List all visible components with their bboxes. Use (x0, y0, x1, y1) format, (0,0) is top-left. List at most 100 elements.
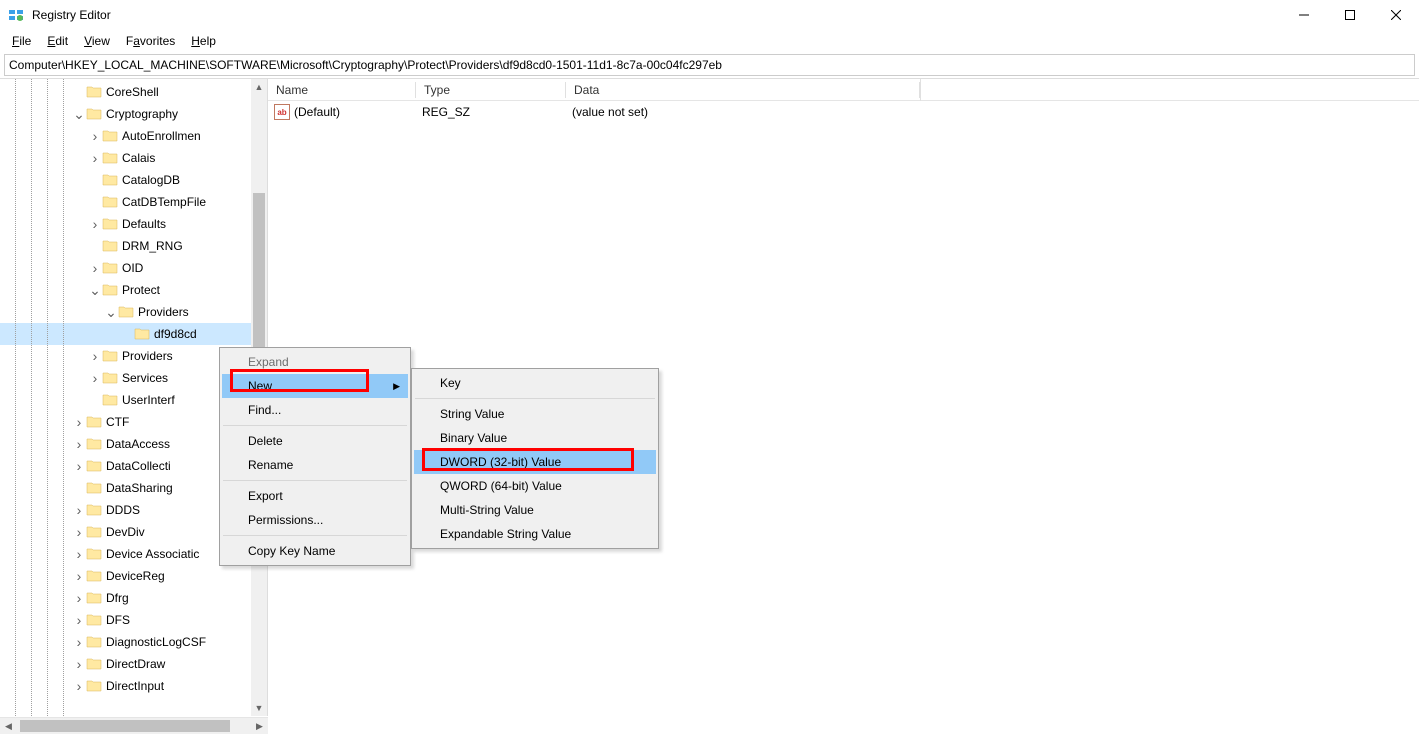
submenu-item-qword-64-bit-value[interactable]: QWORD (64-bit) Value (414, 474, 656, 498)
chevron-right-icon[interactable]: › (72, 524, 86, 540)
tree-node[interactable]: ›DeviceReg (0, 565, 251, 587)
chevron-right-icon[interactable]: › (72, 436, 86, 452)
tree-node[interactable]: › Services (0, 367, 251, 389)
chevron-right-icon[interactable]: › (72, 634, 86, 650)
tree-node[interactable]: CatalogDB (0, 169, 251, 191)
submenu-item-key[interactable]: Key (414, 371, 656, 395)
tree-node[interactable]: ›Dfrg (0, 587, 251, 609)
tree-node[interactable]: ›OID (0, 257, 251, 279)
menu-file[interactable]: File (4, 32, 39, 50)
value-name-cell: ab (Default) (268, 104, 416, 120)
chevron-down-icon[interactable]: ⌄ (104, 304, 118, 321)
tree-vscroll-thumb[interactable] (253, 193, 265, 373)
tree-node[interactable]: UserInterf (0, 389, 251, 411)
chevron-right-icon[interactable]: › (72, 678, 86, 694)
col-data[interactable]: Data (566, 79, 921, 101)
context-item-rename[interactable]: Rename (222, 453, 408, 477)
tree-hscroll-thumb[interactable] (20, 720, 230, 732)
tree-node[interactable]: ›CTF (0, 411, 251, 433)
scroll-up-icon[interactable]: ▲ (251, 79, 267, 95)
tree-node[interactable]: ⌄Providers (0, 301, 251, 323)
folder-icon (86, 656, 102, 672)
chevron-right-icon[interactable]: › (72, 612, 86, 628)
tree-node[interactable]: CoreShell (0, 81, 251, 103)
chevron-right-icon[interactable]: › (72, 502, 86, 518)
chevron-right-icon[interactable]: › (72, 546, 86, 562)
tree-node[interactable]: ›Defaults (0, 213, 251, 235)
folder-icon (102, 348, 118, 364)
chevron-right-icon[interactable]: › (72, 656, 86, 672)
context-submenu-new[interactable]: Key String ValueBinary ValueDWORD (32-bit… (411, 368, 659, 549)
context-item-new[interactable]: New (222, 374, 408, 398)
context-item-find[interactable]: Find... (222, 398, 408, 422)
tree-hscroll[interactable]: ◀ ▶ (0, 717, 268, 734)
tree-node-label: Providers (122, 349, 173, 363)
chevron-right-icon[interactable]: › (72, 568, 86, 584)
chevron-right-icon[interactable]: › (88, 348, 102, 364)
submenu-item-string-value[interactable]: String Value (414, 402, 656, 426)
submenu-item-multi-string-value[interactable]: Multi-String Value (414, 498, 656, 522)
minimize-button[interactable] (1281, 0, 1327, 30)
chevron-right-icon[interactable]: › (72, 590, 86, 606)
value-row[interactable]: ab (Default) REG_SZ (value not set) (268, 101, 1419, 123)
tree-node[interactable]: DataSharing (0, 477, 251, 499)
tree-node[interactable]: ›Device Associatic (0, 543, 251, 565)
chevron-right-icon[interactable]: › (88, 150, 102, 166)
chevron-down-icon[interactable]: ⌄ (72, 106, 86, 123)
tree-node-label: Services (122, 371, 168, 385)
chevron-right-icon[interactable]: › (72, 458, 86, 474)
menu-separator (223, 480, 407, 481)
context-item-export[interactable]: Export (222, 484, 408, 508)
tree-node[interactable]: ›DiagnosticLogCSF (0, 631, 251, 653)
tree-node[interactable]: ⌄Protect (0, 279, 251, 301)
tree-node[interactable]: › Providers (0, 345, 251, 367)
col-type[interactable]: Type (416, 79, 566, 101)
context-item-permissions[interactable]: Permissions... (222, 508, 408, 532)
col-name[interactable]: Name (268, 79, 416, 101)
tree-node[interactable]: df9d8cd (0, 323, 251, 345)
folder-icon (102, 238, 118, 254)
chevron-right-icon[interactable]: › (88, 128, 102, 144)
submenu-item-expandable-string-value[interactable]: Expandable String Value (414, 522, 656, 546)
tree-node[interactable]: ›DevDiv (0, 521, 251, 543)
tree-node[interactable]: ›AutoEnrollmen (0, 125, 251, 147)
tree-node[interactable]: ›Calais (0, 147, 251, 169)
menu-edit[interactable]: Edit (39, 32, 76, 50)
menu-view[interactable]: View (76, 32, 118, 50)
tree-node[interactable]: › DataAccess (0, 433, 251, 455)
tree-node-label: DataCollecti (106, 459, 171, 473)
tree-node-label: DataAccess (106, 437, 170, 451)
chevron-right-icon[interactable]: › (88, 216, 102, 232)
registry-tree[interactable]: CoreShell⌄Cryptography›AutoEnrollmen›Cal… (0, 79, 251, 697)
tree-node[interactable]: › DataCollecti (0, 455, 251, 477)
tree-node[interactable]: › DirectInput (0, 675, 251, 697)
folder-icon (86, 590, 102, 606)
submenu-item-dword-32-bit-value[interactable]: DWORD (32-bit) Value (414, 450, 656, 474)
close-button[interactable] (1373, 0, 1419, 30)
tree-node-label: CatDBTempFile (122, 195, 206, 209)
tree-node-label: DirectInput (106, 679, 164, 693)
tree-node[interactable]: › DFS (0, 609, 251, 631)
tree-node[interactable]: ⌄Cryptography (0, 103, 251, 125)
submenu-item-binary-value[interactable]: Binary Value (414, 426, 656, 450)
chevron-down-icon[interactable]: ⌄ (88, 282, 102, 299)
tree-node[interactable]: ›DirectDraw (0, 653, 251, 675)
menu-help[interactable]: Help (183, 32, 224, 50)
tree-node-label: DFS (106, 613, 130, 627)
context-menu[interactable]: ExpandNewFind...DeleteRenameExportPermis… (219, 347, 411, 566)
tree-node[interactable]: CatDBTempFile (0, 191, 251, 213)
chevron-right-icon[interactable]: › (72, 414, 86, 430)
address-input[interactable] (9, 58, 1410, 72)
maximize-button[interactable] (1327, 0, 1373, 30)
chevron-right-icon[interactable]: › (88, 370, 102, 386)
scroll-right-icon[interactable]: ▶ (251, 718, 268, 734)
chevron-right-icon[interactable]: › (88, 260, 102, 276)
context-item-delete[interactable]: Delete (222, 429, 408, 453)
scroll-down-icon[interactable]: ▼ (251, 700, 267, 716)
scroll-left-icon[interactable]: ◀ (0, 718, 17, 734)
menu-favorites[interactable]: Favorites (118, 32, 183, 50)
folder-icon (86, 106, 102, 122)
tree-node[interactable]: ›DDDS (0, 499, 251, 521)
context-item-copy-key-name[interactable]: Copy Key Name (222, 539, 408, 563)
tree-node[interactable]: DRM_RNG (0, 235, 251, 257)
